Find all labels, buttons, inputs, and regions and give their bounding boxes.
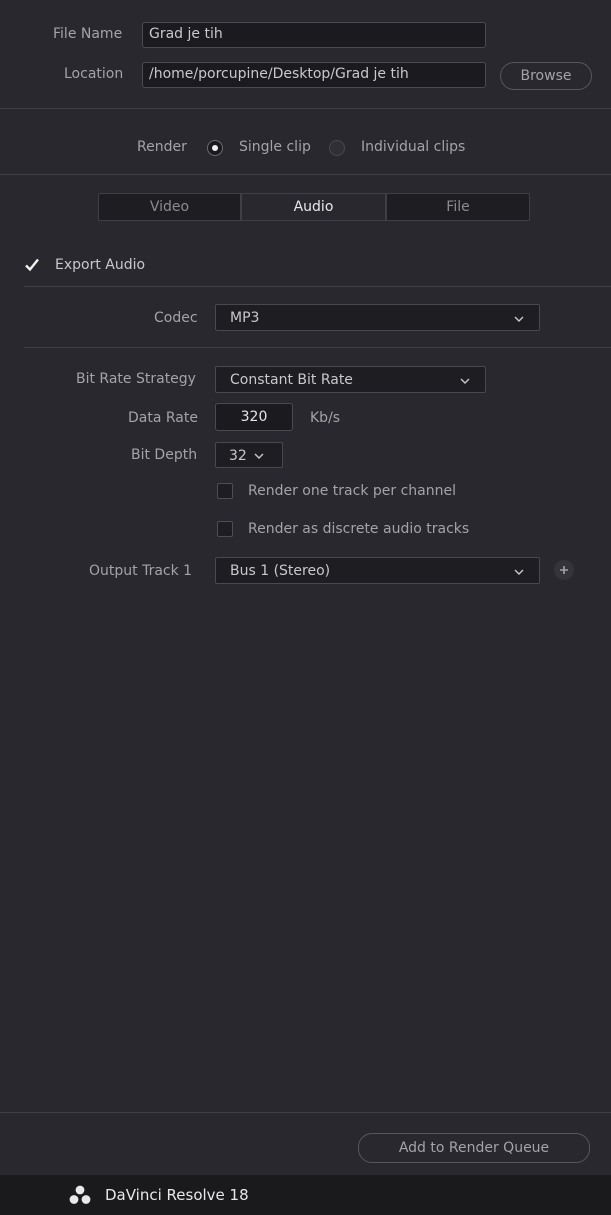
render-per-channel-checkbox[interactable]	[217, 483, 233, 499]
output-track-dropdown[interactable]: Bus 1 (Stereo)	[215, 557, 540, 584]
data-rate-label: Data Rate	[128, 410, 198, 426]
bit-depth-value: 32	[229, 448, 247, 464]
codec-dropdown[interactable]: MP3	[215, 304, 540, 331]
divider	[24, 286, 611, 287]
app-name: DaVinci Resolve 18	[105, 1186, 249, 1204]
bitrate-strategy-label: Bit Rate Strategy	[76, 371, 196, 387]
export-audio-checkbox[interactable]	[24, 257, 40, 273]
render-per-channel-label[interactable]: Render one track per channel	[248, 483, 456, 499]
chevron-down-icon	[514, 569, 524, 575]
radio-individual-clips[interactable]	[329, 140, 345, 156]
file-name-input[interactable]: Grad je tih	[142, 22, 486, 48]
app-footer: DaVinci Resolve 18	[0, 1175, 611, 1215]
bit-depth-label: Bit Depth	[131, 447, 198, 463]
render-label: Render	[137, 139, 187, 155]
data-rate-input[interactable]: 320	[215, 403, 293, 431]
divider	[0, 174, 611, 175]
render-discrete-label[interactable]: Render as discrete audio tracks	[248, 521, 469, 537]
browse-button[interactable]: Browse	[500, 62, 592, 90]
bitrate-strategy-dropdown[interactable]: Constant Bit Rate	[215, 366, 486, 393]
individual-clips-label[interactable]: Individual clips	[361, 139, 465, 155]
tab-file[interactable]: File	[386, 193, 530, 221]
divider	[0, 108, 611, 109]
bit-depth-dropdown[interactable]: 32	[215, 442, 283, 468]
output-track-label: Output Track 1	[89, 563, 193, 579]
tab-audio[interactable]: Audio	[241, 193, 386, 221]
codec-label: Codec	[154, 310, 198, 326]
codec-value: MP3	[230, 310, 260, 326]
single-clip-label[interactable]: Single clip	[239, 139, 311, 155]
location-input[interactable]: /home/porcupine/Desktop/Grad je tih	[142, 62, 486, 88]
render-discrete-checkbox[interactable]	[217, 521, 233, 537]
divider	[24, 347, 611, 348]
output-track-value: Bus 1 (Stereo)	[230, 563, 331, 579]
tab-video[interactable]: Video	[98, 193, 241, 221]
chevron-down-icon	[254, 453, 264, 459]
chevron-down-icon	[514, 316, 524, 322]
data-rate-unit: Kb/s	[310, 410, 341, 426]
chevron-down-icon	[460, 378, 470, 384]
bitrate-strategy-value: Constant Bit Rate	[230, 372, 353, 388]
plus-icon	[560, 566, 568, 574]
add-output-track-button[interactable]	[554, 560, 574, 580]
location-label: Location	[64, 66, 124, 82]
export-audio-label[interactable]: Export Audio	[55, 257, 145, 273]
add-to-render-queue-button[interactable]: Add to Render Queue	[358, 1133, 590, 1163]
davinci-logo-icon	[69, 1185, 91, 1204]
radio-single-clip[interactable]	[207, 140, 223, 156]
divider	[0, 1112, 611, 1113]
radio-selected-icon	[212, 145, 218, 151]
checkmark-icon	[25, 258, 39, 272]
file-name-label: File Name	[53, 26, 123, 42]
